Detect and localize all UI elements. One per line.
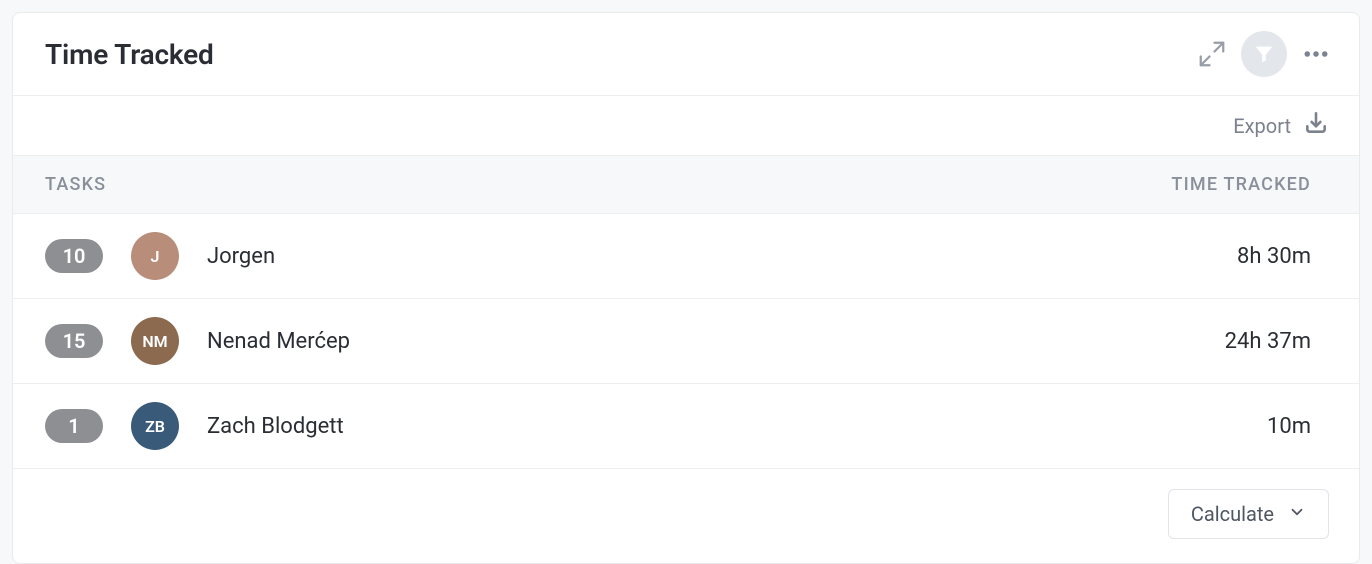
header-actions — [1197, 31, 1331, 77]
time-tracked-value: 8h 30m — [1237, 244, 1311, 269]
calculate-button[interactable]: Calculate — [1168, 489, 1329, 539]
footer-bar: Calculate — [13, 469, 1359, 563]
table-row[interactable]: 15 NM Nenad Merćep 24h 37m — [13, 299, 1359, 384]
time-tracked-value: 10m — [1267, 414, 1311, 439]
person-name: Zach Blodgett — [207, 414, 344, 439]
avatar[interactable]: J — [131, 232, 179, 280]
time-tracked-value: 24h 37m — [1225, 329, 1311, 354]
person-name: Jorgen — [207, 244, 275, 269]
download-icon — [1303, 110, 1329, 141]
table-row[interactable]: 1 ZB Zach Blodgett 10m — [13, 384, 1359, 469]
person-name: Nenad Merćep — [207, 329, 350, 354]
table-row[interactable]: 10 J Jorgen 8h 30m — [13, 214, 1359, 299]
avatar[interactable]: ZB — [131, 402, 179, 450]
export-label: Export — [1233, 114, 1291, 138]
more-icon[interactable] — [1301, 39, 1331, 69]
chevron-down-icon — [1288, 502, 1306, 526]
table-header: TASKS TIME TRACKED — [13, 156, 1359, 214]
task-count-badge[interactable]: 15 — [45, 324, 103, 358]
page-title: Time Tracked — [45, 38, 214, 71]
row-left: 10 J Jorgen — [45, 232, 275, 280]
task-count-badge[interactable]: 1 — [45, 409, 103, 443]
export-button[interactable]: Export — [13, 96, 1359, 156]
filter-button[interactable] — [1241, 31, 1287, 77]
expand-icon[interactable] — [1197, 39, 1227, 69]
row-left: 15 NM Nenad Merćep — [45, 317, 350, 365]
row-left: 1 ZB Zach Blodgett — [45, 402, 344, 450]
time-tracked-card: Time Tracked — [12, 12, 1360, 564]
table-body: 10JJorgen8h 30m15NMNenad Merćep24h 37m1Z… — [13, 214, 1359, 469]
avatar[interactable]: NM — [131, 317, 179, 365]
card-header: Time Tracked — [13, 13, 1359, 96]
calculate-label: Calculate — [1191, 502, 1274, 526]
column-tasks: TASKS — [45, 174, 106, 195]
task-count-badge[interactable]: 10 — [45, 239, 103, 273]
column-time-tracked: TIME TRACKED — [1171, 174, 1311, 195]
